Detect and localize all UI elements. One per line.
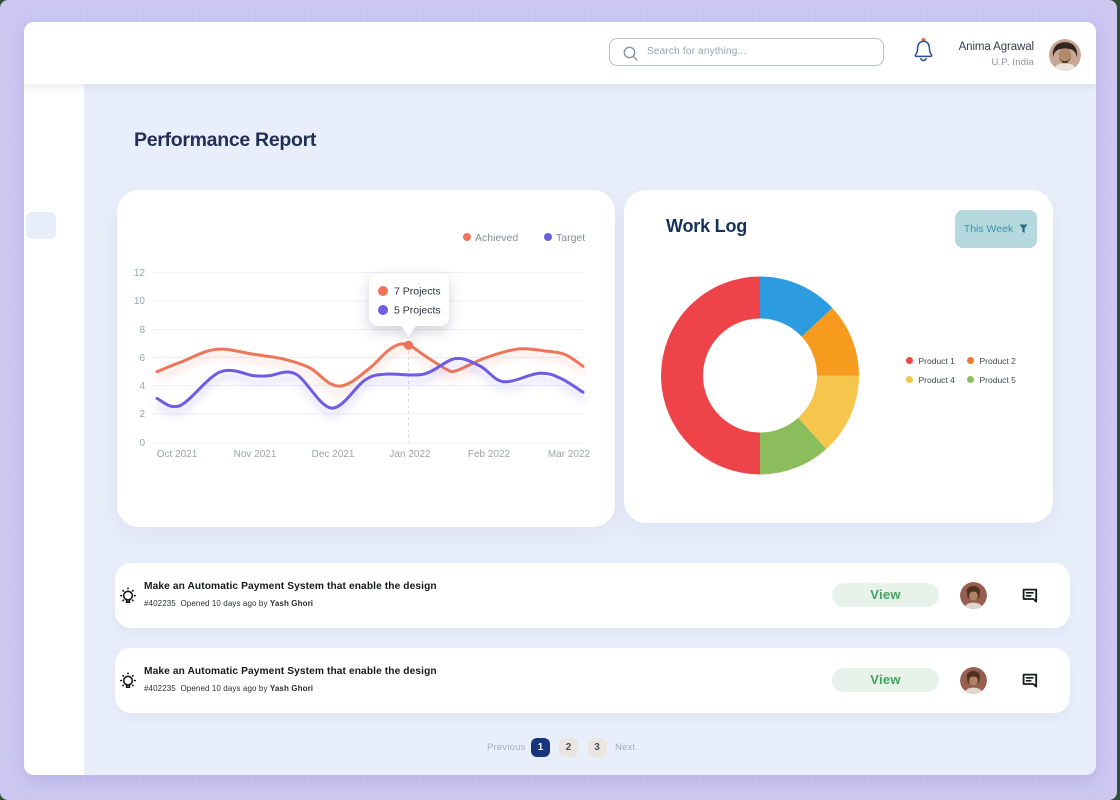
svg-text:Target: Target — [556, 232, 585, 244]
svg-text:7 Projects: 7 Projects — [394, 286, 441, 298]
svg-text:2: 2 — [139, 409, 145, 420]
svg-text:6: 6 — [139, 353, 145, 364]
svg-text:8: 8 — [139, 325, 145, 336]
svg-text:Feb 2022: Feb 2022 — [468, 449, 511, 460]
svg-text:0: 0 — [139, 438, 145, 449]
svg-text:Achieved: Achieved — [475, 232, 518, 244]
svg-text:4: 4 — [139, 381, 145, 392]
svg-text:Jan 2022: Jan 2022 — [389, 449, 431, 460]
svg-text:Nov 2021: Nov 2021 — [234, 449, 277, 460]
svg-text:5 Projects: 5 Projects — [394, 305, 441, 317]
svg-text:Oct 2021: Oct 2021 — [157, 449, 198, 460]
svg-text:Mar 2022: Mar 2022 — [548, 449, 591, 460]
svg-text:12: 12 — [134, 268, 146, 279]
svg-text:Dec 2021: Dec 2021 — [312, 449, 355, 460]
svg-text:10: 10 — [134, 296, 146, 307]
